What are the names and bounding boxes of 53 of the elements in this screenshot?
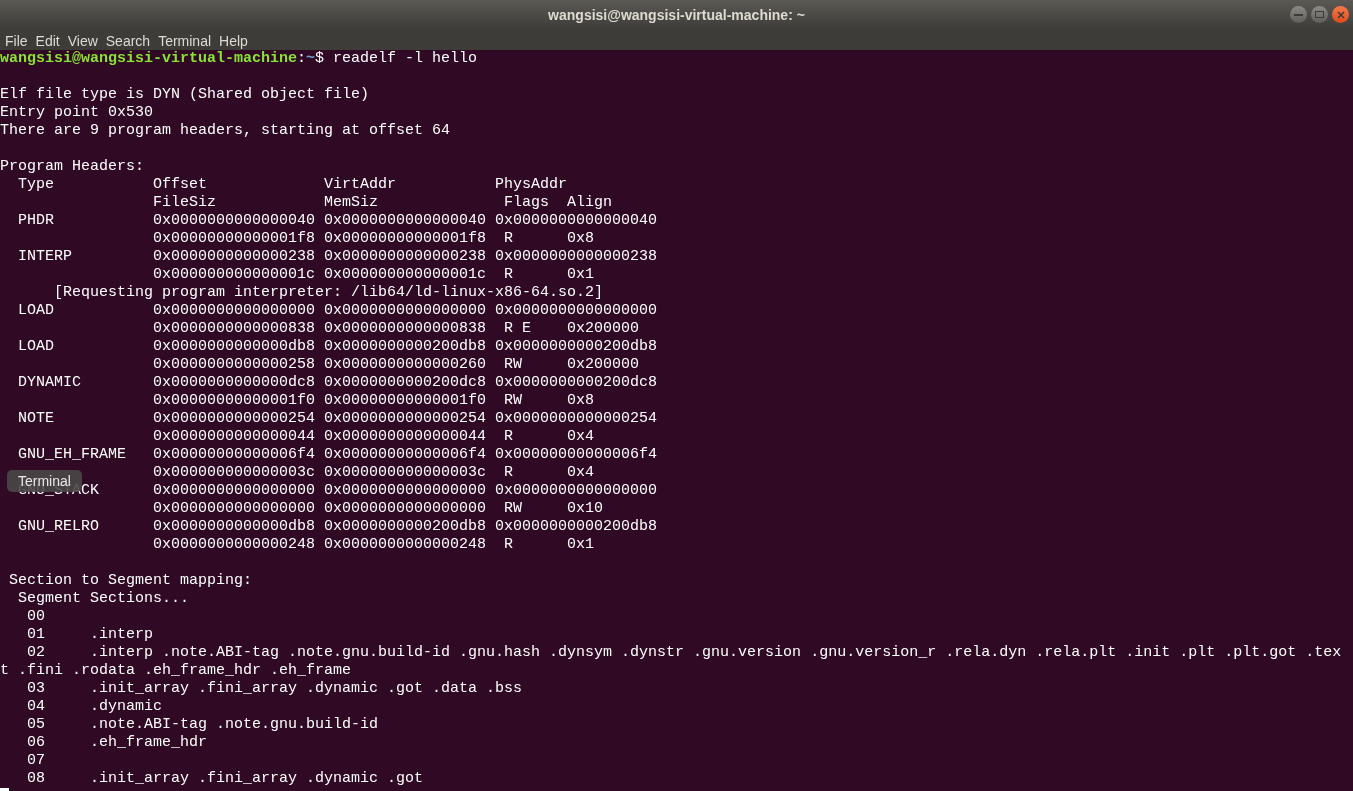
- prompt-path: ~: [306, 50, 316, 67]
- window-title: wangsisi@wangsisi-virtual-machine: ~: [548, 5, 805, 25]
- prompt-user-host: wangsisi@wangsisi-virtual-machine: [0, 50, 298, 67]
- output-line: 05 .note.ABI-tag .note.gnu.build-id: [27, 716, 379, 734]
- menu-item[interactable]: Search: [101, 32, 155, 50]
- output-line: Segment Sections...: [18, 590, 190, 608]
- output-line: 00: [27, 608, 45, 626]
- output-line: 0x0000000000000000 0x0000000000000000 RW 0x10: [153, 500, 604, 518]
- output-line: Elf file type is DYN (Shared object file): [0, 86, 370, 104]
- output-line: 0x000000000000003c 0x000000000000003c R 0x4: [153, 464, 595, 482]
- output-line: Type Offset VirtAddr PhysAddr: [18, 176, 568, 194]
- output-line: t .fini .rodata .eh_frame_hdr .eh_frame: [0, 662, 352, 680]
- output-line: Section to Segment mapping:: [9, 572, 253, 590]
- output-line: 0x0000000000000258 0x0000000000000260 RW 0x200000: [153, 356, 640, 374]
- menu-item[interactable]: Terminal: [154, 32, 216, 50]
- output-line: LOAD 0x0000000000000db8 0x0000000000200db8 0x0000000000200db8: [18, 338, 658, 356]
- close-icon: [1336, 10, 1345, 19]
- output-line: 0x00000000000001f8 0x00000000000001f8 R 0x8: [153, 230, 595, 248]
- prompt-colon: :: [297, 50, 307, 67]
- output-line: 03 .init_array .fini_array .dynamic .got .data .bss: [27, 680, 523, 698]
- output-line: 08 .init_array .fini_array .dynamic .got: [27, 770, 424, 788]
- close-button[interactable]: [1332, 6, 1349, 23]
- output-line: FileSiz MemSiz Flags Align: [153, 194, 613, 212]
- output-line: INTERP 0x0000000000000238 0x0000000000000238 0x0000000000000238: [18, 248, 658, 266]
- output-line: NOTE 0x0000000000000254 0x0000000000000254 0x0000000000000254: [18, 410, 658, 428]
- output-line: GNU_RELRO 0x0000000000000db8 0x0000000000200db8 0x0000000000200db8: [18, 518, 658, 536]
- output-line: Entry point 0x530: [0, 104, 154, 122]
- output-line: LOAD 0x0000000000000000 0x0000000000000000 0x0000000000000000: [18, 302, 658, 320]
- menu-item[interactable]: View: [63, 32, 102, 50]
- output-line: 01 .interp: [27, 626, 154, 644]
- minimize-button[interactable]: [1290, 6, 1307, 23]
- maximize-button[interactable]: [1311, 6, 1328, 23]
- output-line: 0x0000000000000248 0x0000000000000248 R 0x1: [153, 536, 595, 554]
- minimize-icon: [1294, 13, 1303, 16]
- command-text: $ readelf -l hello: [315, 50, 478, 67]
- output-line: 02 .interp .note.ABI-tag .note.gnu.build-id .gnu.hash .dynsym .dynstr .gnu.version .gnu.version_r .rela.dyn .rela.plt .init .plt .plt.got .tex: [27, 644, 1342, 662]
- output-line: [Requesting program interpreter: /lib64/ld-linux-x86-64.so.2]: [54, 284, 604, 302]
- maximize-icon: [1315, 11, 1324, 18]
- output-line: 0x0000000000000044 0x0000000000000044 R 0x4: [153, 428, 595, 446]
- output-line: DYNAMIC 0x0000000000000dc8 0x0000000000200dc8 0x0000000000200dc8: [18, 374, 658, 392]
- output-line: There are 9 program headers, starting at offset 64: [0, 122, 451, 140]
- output-line: 0x0000000000000838 0x0000000000000838 R E 0x200000: [153, 320, 640, 338]
- menu-item[interactable]: Help: [215, 32, 252, 50]
- output-line: 0x000000000000001c 0x000000000000001c R 0x1: [153, 266, 595, 284]
- output-line: GNU_EH_FRAME 0x00000000000006f4 0x00000000000006f4 0x00000000000006f4: [18, 446, 658, 464]
- output-line: 06 .eh_frame_hdr: [27, 734, 208, 752]
- menu-item[interactable]: File: [1, 32, 32, 50]
- output-line: PHDR 0x0000000000000040 0x0000000000000040 0x0000000000000040: [18, 212, 658, 230]
- output-line: 0x00000000000001f0 0x00000000000001f0 RW 0x8: [153, 392, 595, 410]
- output-line: Program Headers:: [0, 158, 145, 176]
- menu-item[interactable]: Edit: [31, 32, 64, 50]
- output-line: 04 .dynamic: [27, 698, 163, 716]
- output-line: 07: [27, 752, 45, 770]
